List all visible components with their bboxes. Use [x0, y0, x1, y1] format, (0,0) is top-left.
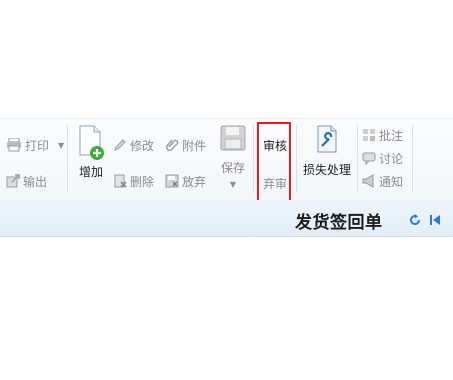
wrench-document-icon [315, 125, 339, 153]
export-button[interactable]: 输出 [6, 173, 47, 189]
save-label: 保存 [220, 161, 245, 175]
first-record-icon[interactable] [428, 212, 442, 226]
pencil-icon [113, 138, 127, 152]
ribbon-toolbar: 打印 ▼ 输出 增加 修改 删除 附件 放弃 保存 ▼ 审核 弃审 损失处理 批… [0, 118, 453, 201]
delete-label: 删除 [130, 174, 155, 189]
print-label: 打印 [25, 138, 50, 153]
annotate-icon [362, 128, 376, 142]
printer-icon [6, 138, 22, 152]
toolbar-separator [412, 125, 413, 193]
chat-bubble-icon [362, 151, 376, 165]
save-dropdown-arrow-icon[interactable]: ▼ [218, 180, 248, 189]
megaphone-icon [362, 174, 376, 188]
delete-document-icon [113, 174, 127, 188]
page-title: 发货签回单 [295, 213, 383, 233]
notify-button[interactable]: 通知 [362, 173, 403, 189]
annotate-button[interactable]: 批注 [362, 127, 403, 143]
print-button[interactable]: 打印 ▼ [6, 137, 64, 153]
toolbar-separator [296, 125, 297, 193]
damage-handling-button[interactable]: 损失处理 [300, 125, 354, 178]
add-label: 增加 [78, 165, 103, 179]
discard-icon [165, 174, 179, 188]
toolbar-separator [67, 125, 68, 193]
approve-reject-highlight [257, 122, 291, 204]
export-label: 输出 [23, 174, 48, 189]
floppy-disk-icon [220, 125, 246, 151]
discuss-button[interactable]: 讨论 [362, 150, 403, 166]
edit-button[interactable]: 修改 [113, 137, 154, 153]
annotate-label: 批注 [379, 128, 404, 143]
save-button[interactable]: 保存 ▼ [218, 125, 248, 189]
attachment-button[interactable]: 附件 [165, 137, 206, 153]
export-icon [6, 174, 20, 188]
page-header [0, 200, 453, 237]
toolbar-separator [253, 125, 254, 193]
attachment-label: 附件 [182, 138, 207, 153]
paperclip-icon [165, 138, 179, 152]
print-dropdown-arrow-icon[interactable]: ▼ [58, 141, 64, 150]
add-document-icon [76, 125, 106, 161]
discard-button[interactable]: 放弃 [165, 173, 206, 189]
discuss-label: 讨论 [379, 151, 404, 166]
discard-label: 放弃 [182, 174, 207, 189]
delete-button[interactable]: 删除 [113, 173, 154, 189]
notify-label: 通知 [379, 174, 404, 189]
add-button[interactable]: 增加 [74, 125, 108, 180]
edit-label: 修改 [130, 138, 155, 153]
damage-handling-label: 损失处理 [302, 163, 351, 177]
refresh-icon[interactable] [408, 212, 422, 226]
toolbar-separator [357, 125, 358, 193]
